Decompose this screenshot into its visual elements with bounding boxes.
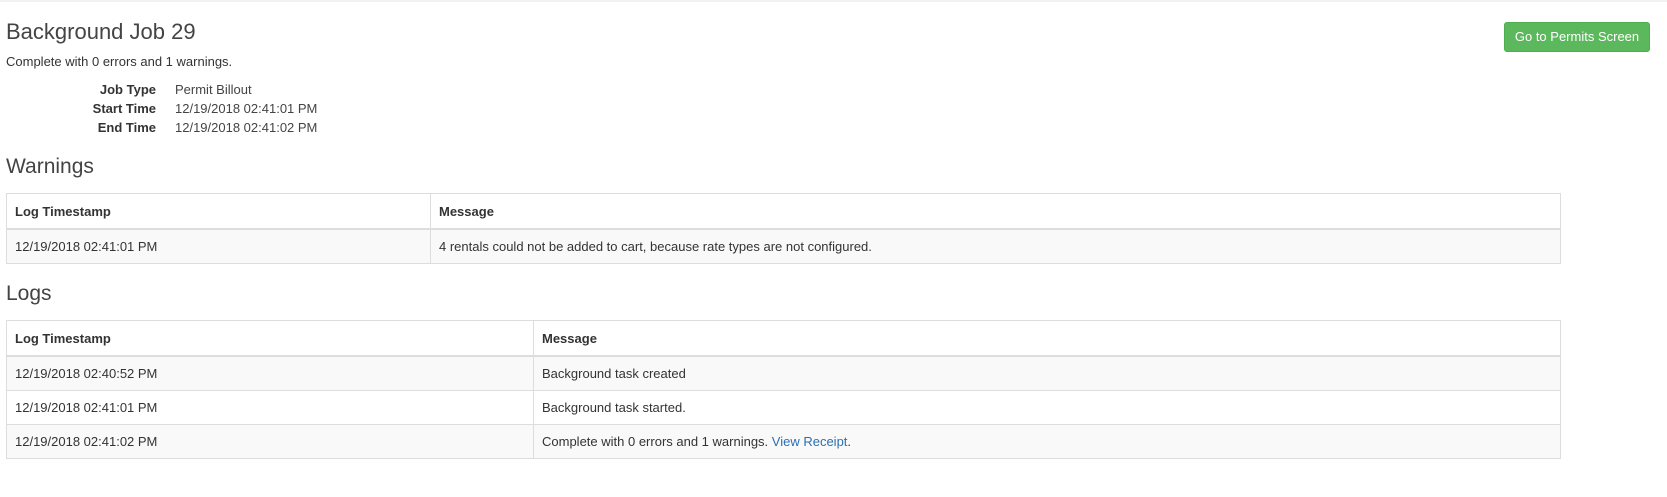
table-row: 12/19/2018 02:41:01 PM 4 rentals could n… [6,228,1561,264]
detail-label: Job Type [99,82,156,97]
message-cell: Background task created [533,355,1561,391]
message-text: Complete with 0 errors and 1 warnings. [542,434,772,449]
view-receipt-link[interactable]: View Receipt [772,434,848,449]
timestamp-cell: 12/19/2018 02:41:01 PM [6,228,431,264]
message-cell: Complete with 0 errors and 1 warnings. V… [533,424,1561,459]
page-title: Background Job 29 [6,19,196,44]
go-to-permits-button[interactable]: Go to Permits Screen [1504,22,1650,52]
message-cell: Background task started. [533,390,1561,425]
table-row: 12/19/2018 02:40:52 PM Background task c… [6,355,1561,391]
warnings-heading: Warnings [6,155,94,178]
message-suffix: . [847,434,852,449]
warnings-table: Log Timestamp Message 12/19/2018 02:41:0… [6,193,1561,264]
table-row: 12/19/2018 02:41:02 PM Complete with 0 e… [6,424,1561,459]
timestamp-cell: 12/19/2018 02:41:02 PM [6,424,534,459]
table-header-row: Log Timestamp Message [6,320,1561,357]
column-header-message[interactable]: Message [533,320,1561,357]
message-cell: 4 rentals could not be added to cart, be… [430,228,1561,264]
detail-value: 12/19/2018 02:41:02 PM [175,120,318,135]
timestamp-cell: 12/19/2018 02:41:01 PM [6,390,534,425]
column-header-log-timestamp[interactable]: Log Timestamp [6,193,431,230]
logs-table: Log Timestamp Message 12/19/2018 02:40:5… [6,320,1561,459]
detail-value: 12/19/2018 02:41:01 PM [175,101,318,116]
column-header-log-timestamp[interactable]: Log Timestamp [6,320,534,357]
logs-heading: Logs [6,282,52,305]
table-row: 12/19/2018 02:41:01 PM Background task s… [6,390,1561,425]
column-header-message[interactable]: Message [430,193,1561,230]
table-header-row: Log Timestamp Message [6,193,1561,230]
timestamp-cell: 12/19/2018 02:40:52 PM [6,355,534,391]
detail-value: Permit Billout [175,82,252,97]
top-border [0,0,1667,2]
detail-label: End Time [97,120,156,135]
job-status-summary: Complete with 0 errors and 1 warnings. [6,54,233,69]
detail-label: Start Time [92,101,156,116]
